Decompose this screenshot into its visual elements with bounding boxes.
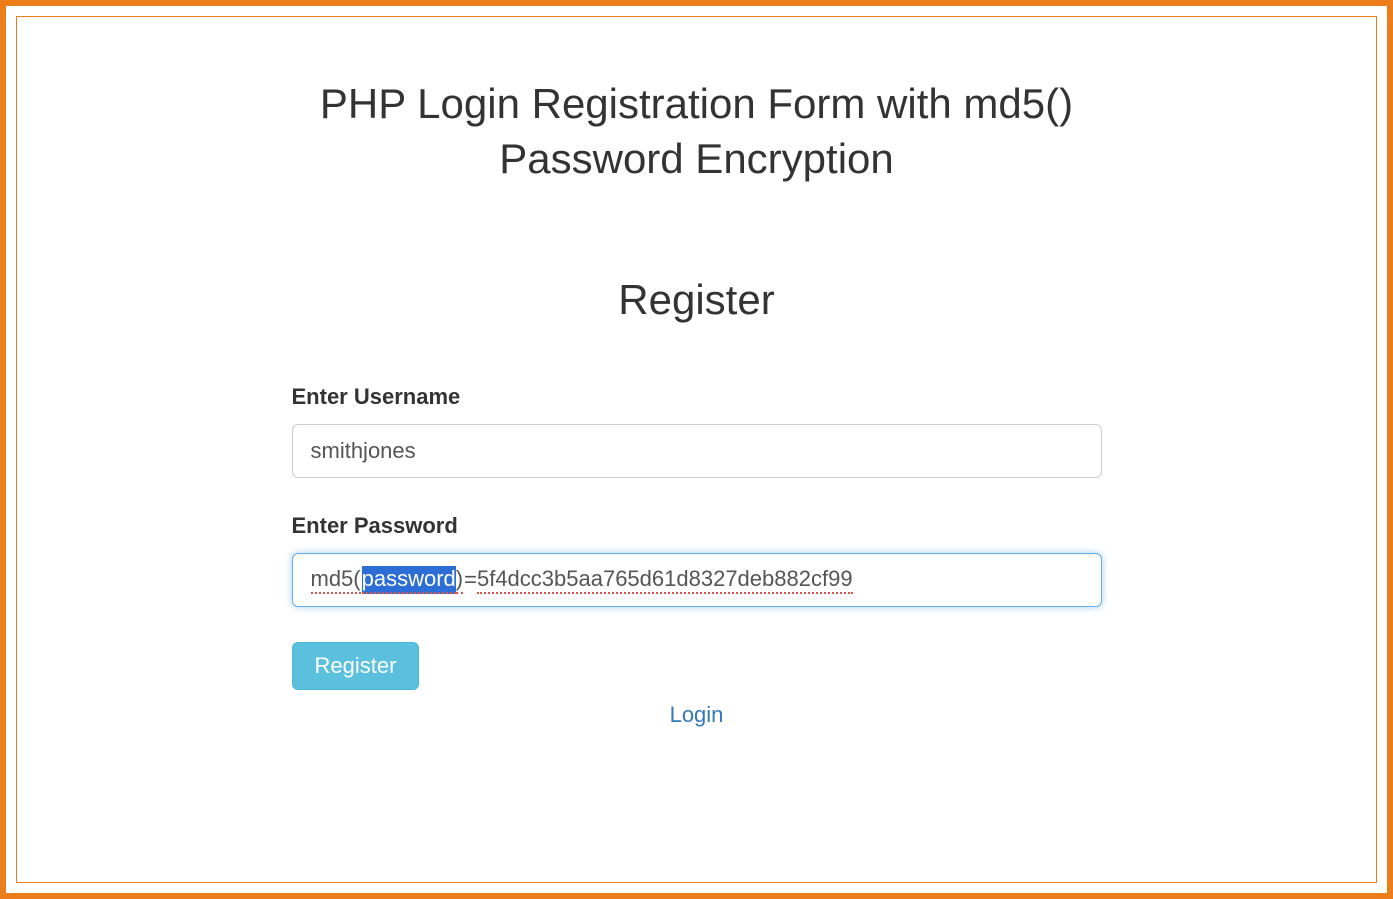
password-label: Enter Password	[292, 513, 1102, 539]
password-selected-text: password	[362, 566, 456, 594]
password-hash: 5f4dcc3b5aa765d61d8327deb882cf99	[477, 566, 853, 594]
inner-border: PHP Login Registration Form with md5() P…	[16, 16, 1377, 883]
username-input[interactable]	[292, 424, 1102, 478]
button-row: Register	[292, 642, 1102, 690]
section-title: Register	[292, 276, 1102, 324]
login-link-row: Login	[292, 702, 1102, 728]
page-title: PHP Login Registration Form with md5() P…	[292, 77, 1102, 186]
password-prefix: md5(	[311, 566, 361, 594]
login-link[interactable]: Login	[670, 702, 724, 727]
password-equals: =	[464, 567, 477, 593]
password-group: Enter Password md5(password) = 5f4dcc3b5…	[292, 513, 1102, 607]
register-button[interactable]: Register	[292, 642, 420, 690]
content-container: PHP Login Registration Form with md5() P…	[292, 77, 1102, 728]
password-close-paren: )	[456, 566, 463, 594]
username-label: Enter Username	[292, 384, 1102, 410]
password-input[interactable]: md5(password) = 5f4dcc3b5aa765d61d8327de…	[292, 553, 1102, 607]
username-group: Enter Username	[292, 384, 1102, 478]
outer-border: PHP Login Registration Form with md5() P…	[0, 0, 1393, 899]
